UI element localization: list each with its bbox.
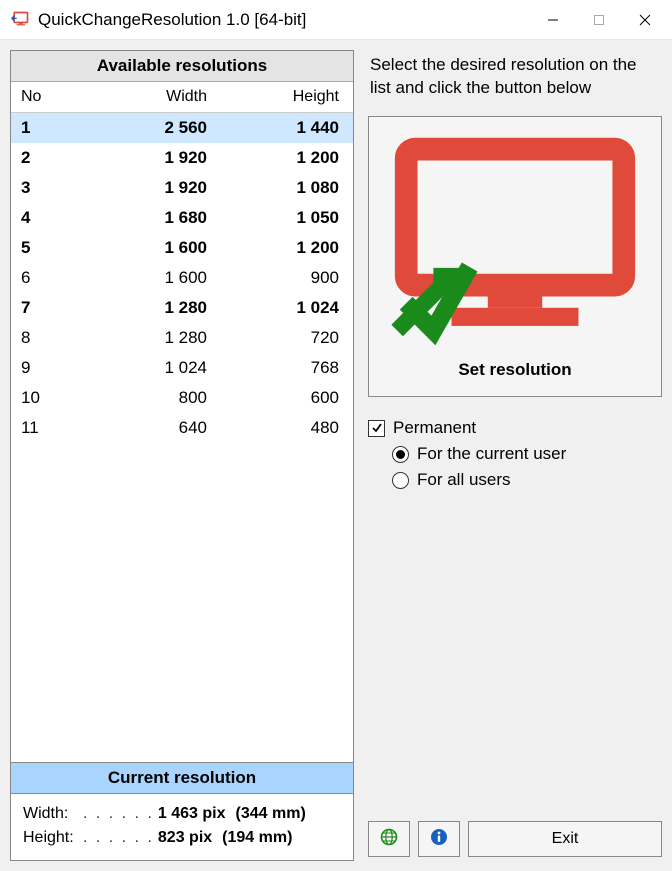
cell-width: 800 — [71, 383, 221, 413]
cell-height: 1 050 — [221, 203, 353, 233]
permanent-checkbox[interactable] — [368, 420, 385, 437]
available-resolutions-header: Available resolutions — [11, 51, 353, 82]
current-resolution-header: Current resolution — [11, 762, 353, 794]
cell-height: 1 200 — [221, 143, 353, 173]
cell-height: 1 080 — [221, 173, 353, 203]
table-row[interactable]: 12 5601 440 — [11, 113, 353, 144]
col-no[interactable]: No — [11, 82, 71, 113]
cell-width: 2 560 — [71, 113, 221, 144]
maximize-button[interactable] — [576, 0, 622, 40]
cell-no: 1 — [11, 113, 71, 144]
cell-width: 1 280 — [71, 323, 221, 353]
permanent-checkbox-row[interactable]: Permanent — [368, 415, 662, 441]
right-panel: Select the desired resolution on the lis… — [368, 50, 662, 861]
resolutions-table-wrap: No Width Height 12 5601 44021 9201 20031… — [11, 82, 353, 762]
close-button[interactable] — [622, 0, 668, 40]
cell-height: 1 440 — [221, 113, 353, 144]
current-user-label: For the current user — [417, 444, 566, 464]
all-users-radio[interactable] — [392, 472, 409, 489]
cell-width: 1 600 — [71, 233, 221, 263]
table-row[interactable]: 31 9201 080 — [11, 173, 353, 203]
cell-height: 600 — [221, 383, 353, 413]
cell-width: 1 280 — [71, 293, 221, 323]
cell-height: 900 — [221, 263, 353, 293]
cell-height: 1 200 — [221, 233, 353, 263]
col-height[interactable]: Height — [221, 82, 353, 113]
current-width-value: 1 463 pix — [158, 805, 226, 823]
info-icon — [430, 828, 448, 850]
cell-no: 11 — [11, 413, 71, 443]
current-width-mm: (344 mm) — [236, 805, 306, 823]
cell-width: 1 920 — [71, 173, 221, 203]
table-row[interactable]: 71 2801 024 — [11, 293, 353, 323]
cell-no: 4 — [11, 203, 71, 233]
cell-width: 1 600 — [71, 263, 221, 293]
cell-no: 10 — [11, 383, 71, 413]
minimize-button[interactable] — [530, 0, 576, 40]
cell-no: 3 — [11, 173, 71, 203]
monitor-icon — [379, 335, 651, 352]
permanent-label: Permanent — [393, 418, 476, 438]
current-height-label: Height: — [23, 829, 83, 847]
exit-label: Exit — [552, 830, 579, 848]
cell-no: 7 — [11, 293, 71, 323]
cell-no: 5 — [11, 233, 71, 263]
current-user-radio[interactable] — [392, 446, 409, 463]
options-group: Permanent For the current user For all u… — [368, 415, 662, 493]
current-height-mm: (194 mm) — [222, 829, 292, 847]
cell-width: 1 024 — [71, 353, 221, 383]
current-height-value: 823 pix — [158, 829, 212, 847]
cell-no: 2 — [11, 143, 71, 173]
current-user-radio-row[interactable]: For the current user — [368, 441, 662, 467]
globe-icon — [380, 828, 398, 850]
website-button[interactable] — [368, 821, 410, 857]
col-width[interactable]: Width — [71, 82, 221, 113]
table-row[interactable]: 61 600900 — [11, 263, 353, 293]
cell-height: 480 — [221, 413, 353, 443]
table-row[interactable]: 81 280720 — [11, 323, 353, 353]
resolutions-table[interactable]: No Width Height 12 5601 44021 9201 20031… — [11, 82, 353, 443]
table-row[interactable]: 91 024768 — [11, 353, 353, 383]
cell-height: 1 024 — [221, 293, 353, 323]
left-panel: Available resolutions No Width Height 12… — [10, 50, 354, 861]
cell-height: 768 — [221, 353, 353, 383]
table-row[interactable]: 10800600 — [11, 383, 353, 413]
current-resolution-body: Width: . . . . . . 1 463 pix (344 mm) He… — [11, 794, 353, 860]
app-icon — [10, 10, 30, 30]
instruction-text: Select the desired resolution on the lis… — [368, 50, 662, 116]
info-button[interactable] — [418, 821, 460, 857]
cell-width: 640 — [71, 413, 221, 443]
cell-width: 1 680 — [71, 203, 221, 233]
titlebar: QuickChangeResolution 1.0 [64-bit] — [0, 0, 672, 40]
table-row[interactable]: 11640480 — [11, 413, 353, 443]
table-row[interactable]: 41 6801 050 — [11, 203, 353, 233]
cell-no: 6 — [11, 263, 71, 293]
cell-height: 720 — [221, 323, 353, 353]
exit-button[interactable]: Exit — [468, 821, 662, 857]
window-title: QuickChangeResolution 1.0 [64-bit] — [38, 10, 306, 30]
set-resolution-label: Set resolution — [379, 360, 651, 380]
cell-width: 1 920 — [71, 143, 221, 173]
set-resolution-button[interactable]: Set resolution — [368, 116, 662, 398]
cell-no: 8 — [11, 323, 71, 353]
table-row[interactable]: 21 9201 200 — [11, 143, 353, 173]
all-users-radio-row[interactable]: For all users — [368, 467, 662, 493]
all-users-label: For all users — [417, 470, 511, 490]
table-row[interactable]: 51 6001 200 — [11, 233, 353, 263]
cell-no: 9 — [11, 353, 71, 383]
current-width-label: Width: — [23, 805, 83, 823]
